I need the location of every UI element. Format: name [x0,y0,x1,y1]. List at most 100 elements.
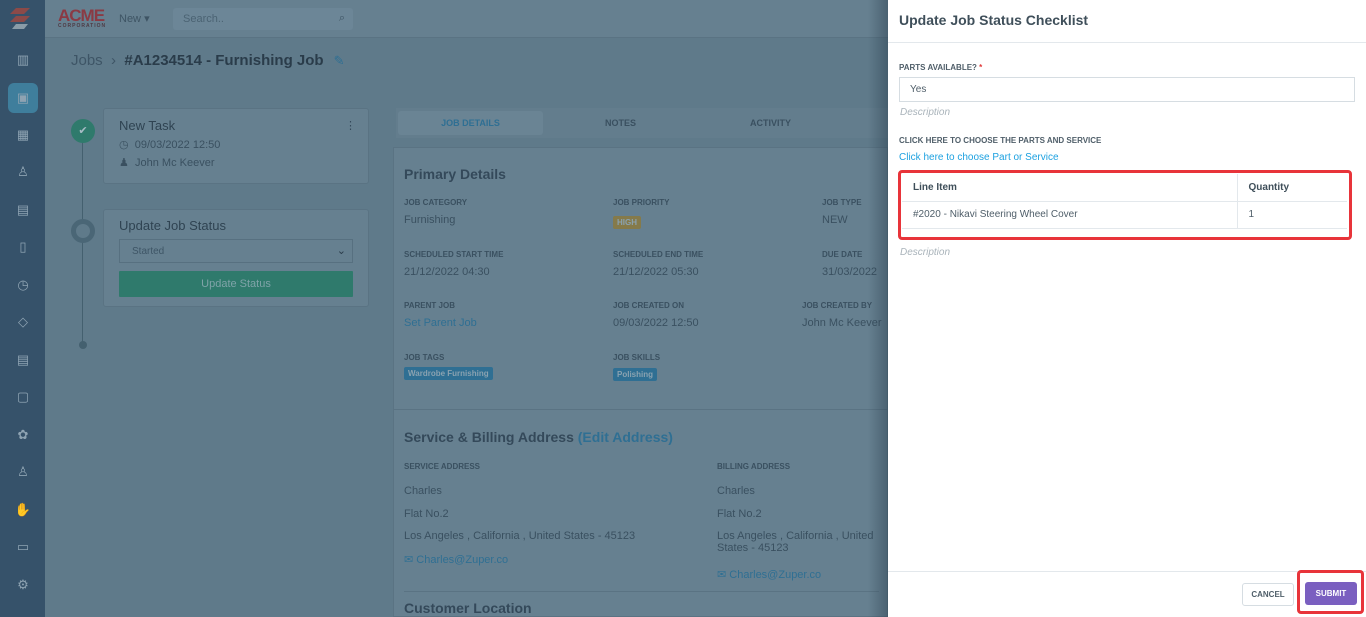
tab-activity[interactable]: ACTIVITY [698,108,843,138]
customer-location-title: Customer Location [404,600,532,616]
billing-name: Charles [717,485,755,497]
field-label: Scheduled End Time [613,250,704,259]
sidebar-parts-icon[interactable]: ▢ [8,382,38,412]
sidebar-dashboard-icon[interactable]: ▥ [8,45,38,75]
submit-highlight: SUBMIT [1297,570,1364,614]
priority-badge: HIGH [613,216,641,229]
sidebar-calendar-icon[interactable]: ▦ [8,120,38,150]
tab-job-details[interactable]: JOB DETAILS [398,111,543,135]
panel-footer: CANCEL SUBMIT [888,570,1366,617]
primary-details-title: Primary Details [404,166,506,182]
line-items-highlight: Line Item Quantity #2020 - Nikavi Steerin… [898,170,1352,240]
status-select[interactable]: Started ⌄ [119,239,353,263]
breadcrumb: Jobs › #A1234514 - Furnishing Job ✎ [71,52,345,69]
field-label: Job Category [404,198,468,207]
service-email-link[interactable]: ✉ Charles@Zuper.co [404,553,508,566]
field-label: Job Tags [404,353,445,362]
task-date-row: ◷ 09/03/2022 12:50 [119,138,353,151]
field-label: Job Skills [613,353,661,362]
table-row: #2020 - Nikavi Steering Wheel Cover 1 [902,201,1347,229]
sidebar-user-icon[interactable]: ♙ [8,457,38,487]
service-address-label: Service Address [404,462,481,471]
sidebar-assets-icon[interactable]: ✿ [8,420,38,450]
field-label: Job Priority [613,198,670,207]
divider [404,591,879,592]
field-value: Furnishing [404,214,456,226]
field-label: Job Created By [802,301,873,310]
app-logo-icon [10,6,34,30]
parts-available-label: PARTS AVAILABLE? * [899,63,983,72]
field-label: Parent Job [404,301,455,310]
edit-icon[interactable]: ✎ [334,53,345,68]
company-logo: ACME CORPORATION [58,6,107,29]
sidebar-form-icon[interactable]: ▤ [8,345,38,375]
search-icon: ⌕ [338,12,345,24]
line-item-cell: #2020 - Nikavi Steering Wheel Cover [902,201,1237,229]
billing-address-label: Billing Address [717,462,791,471]
tab-notes[interactable]: NOTES [543,108,698,138]
parts-available-input[interactable]: Yes [899,77,1355,102]
cancel-button[interactable]: CANCEL [1242,583,1294,606]
edit-address-link[interactable]: (Edit Address) [578,429,673,445]
table-header-row: Line Item Quantity [902,174,1347,202]
sidebar-settings-icon[interactable]: ⚙ [8,570,38,600]
breadcrumb-jobs[interactable]: Jobs [71,52,103,69]
service-name: Charles [404,485,442,497]
timeline-card-new-task: New Task ⋮ ◷ 09/03/2022 12:50 ♟ John Mc … [103,108,369,184]
tag-badge: Wardrobe Furnishing [404,367,493,380]
choose-parts-label: CLICK HERE TO CHOOSE THE PARTS AND SERVI… [899,136,1102,145]
submit-button[interactable]: SUBMIT [1305,582,1357,605]
field-value: NEW [822,214,848,226]
sidebar-invoice-icon[interactable]: ▤ [8,195,38,225]
description-text: Description [900,247,951,258]
field-label: Job Type [822,198,862,207]
top-bar: ACME CORPORATION New ▾ Search.. ⌕ [45,0,888,38]
field-label: Scheduled Start Time [404,250,504,259]
pending-step-icon [71,219,95,243]
page-title: #A1234514 - Furnishing Job [124,52,324,69]
divider [394,409,889,410]
billing-line2: Los Angeles , California , United States… [717,530,874,554]
field-value: 21/12/2022 05:30 [613,266,699,278]
job-details-panel: Primary Details Job Category Furnishing … [393,147,889,617]
billing-email-link[interactable]: ✉ Charles@Zuper.co [717,568,821,581]
sidebar-clock-icon[interactable]: ◷ [8,270,38,300]
sidebar-monitor-icon[interactable]: ▭ [8,532,38,562]
sidebar: ▥ ▣ ▦ ♙ ▤ ▯ ◷ ◇ ▤ ▢ ✿ ♙ ✋ ▭ ⚙ [0,0,45,617]
field-value: 21/12/2022 04:30 [404,266,490,278]
service-line1: Flat No.2 [404,508,449,520]
set-parent-job-link[interactable]: Set Parent Job [404,317,477,329]
sidebar-map-icon[interactable]: ▯ [8,232,38,262]
timeline-card-update-status: Update Job Status Started ⌄ Update Status [103,209,369,307]
address-title: Service & Billing Address (Edit Address) [404,429,673,445]
sidebar-tag-icon[interactable]: ◇ [8,307,38,337]
clock-icon: ◷ [119,139,129,151]
service-line2: Los Angeles , California , United States… [404,530,636,542]
task-title: New Task [119,118,176,133]
chevron-down-icon: ⌄ [336,245,346,257]
update-job-status-checklist-panel: Update Job Status Checklist PARTS AVAILA… [888,0,1366,617]
user-icon: ♟ [119,157,129,169]
panel-title: Update Job Status Checklist [888,0,1366,43]
timeline-end-dot [79,341,87,349]
choose-part-service-link[interactable]: Click here to choose Part or Service [899,152,1059,163]
sidebar-customers-icon[interactable]: ♙ [8,157,38,187]
skill-badge: Polishing [613,368,657,381]
search-input[interactable]: Search.. ⌕ [173,8,353,30]
more-menu-icon[interactable]: ⋮ [345,119,356,132]
sidebar-jobs-icon[interactable]: ▣ [8,83,38,113]
tabs: JOB DETAILS NOTES ACTIVITY [396,108,888,138]
panel-shadow [868,0,888,617]
task-date: 09/03/2022 12:50 [134,139,221,151]
field-value: 09/03/2022 12:50 [613,317,699,329]
description-text: Description [900,107,951,118]
line-items-table: Line Item Quantity #2020 - Nikavi Steerin… [902,174,1347,229]
update-status-title: Update Job Status [119,218,226,233]
quantity-cell: 1 [1236,201,1347,229]
task-user: John Mc Keever [135,157,215,169]
sidebar-hand-icon[interactable]: ✋ [8,495,38,525]
update-status-button[interactable]: Update Status [119,271,353,297]
billing-line1: Flat No.2 [717,508,762,520]
header-line-item: Line Item [902,174,1237,202]
new-dropdown[interactable]: New ▾ [119,12,150,25]
